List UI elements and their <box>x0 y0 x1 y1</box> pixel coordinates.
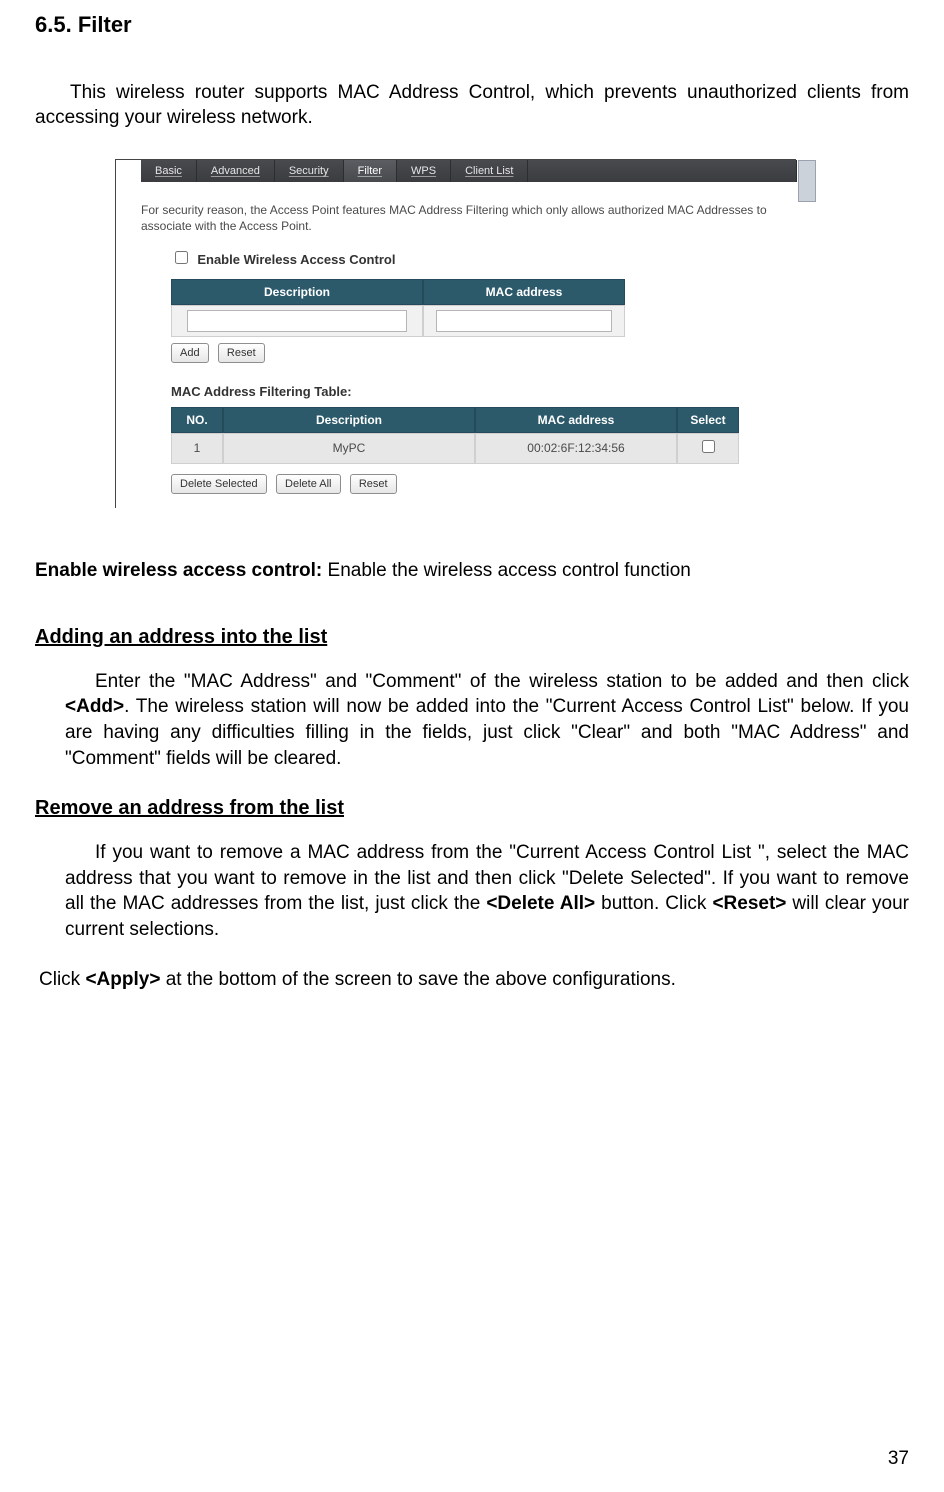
section-heading: 6.5. Filter <box>35 10 909 40</box>
form-header-mac: MAC address <box>423 279 625 305</box>
add-paragraph: Enter the "MAC Address" and "Comment" of… <box>65 669 909 772</box>
enable-access-control-checkbox[interactable] <box>175 251 188 264</box>
reset-button[interactable]: Reset <box>218 343 265 363</box>
add-text-2: . The wireless station will now be added… <box>65 696 909 768</box>
tab-advanced[interactable]: Advanced <box>197 160 275 182</box>
remove-paragraph: If you want to remove a MAC address from… <box>65 840 909 943</box>
reset-bold: <Reset> <box>712 893 786 914</box>
table-row: 1 MyPC 00:02:6F:12:34:56 <box>171 433 739 464</box>
apply-line: Click <Apply> at the bottom of the scree… <box>39 967 909 993</box>
add-bold: <Add> <box>65 696 124 717</box>
section-title: Filter <box>78 12 132 37</box>
apply-bold: <Apply> <box>85 969 160 990</box>
subheading-add: Adding an address into the list <box>35 624 909 651</box>
add-text-1: Enter the "MAC Address" and "Comment" of… <box>95 671 909 692</box>
page-number: 37 <box>888 1446 909 1472</box>
table-button-row: Delete Selected Delete All Reset <box>171 474 796 494</box>
mac-filtering-table: NO. Description MAC address Select 1 MyP… <box>171 407 739 464</box>
intro-paragraph: This wireless router supports MAC Addres… <box>35 80 909 131</box>
router-filter-panel-screenshot: Basic Advanced Security Filter WPS Clien… <box>115 159 796 508</box>
form-header-description: Description <box>171 279 423 305</box>
mac-address-input[interactable] <box>436 310 611 332</box>
enable-control-description: Enable wireless access control: Enable t… <box>35 558 909 584</box>
remove-text-2: button. Click <box>595 893 712 914</box>
tab-filter[interactable]: Filter <box>344 160 397 182</box>
enable-control-text: Enable the wireless access control funct… <box>322 560 691 581</box>
tab-clientlist[interactable]: Client List <box>451 160 528 182</box>
table-reset-button[interactable]: Reset <box>350 474 397 494</box>
panel-scrollbar[interactable] <box>798 160 816 202</box>
enable-access-control-label: Enable Wireless Access Control <box>197 252 395 267</box>
tab-bar: Basic Advanced Security Filter WPS Clien… <box>141 160 797 182</box>
tab-basic[interactable]: Basic <box>141 160 197 182</box>
enable-control-label: Enable wireless access control: <box>35 560 322 581</box>
filtering-table-title: MAC Address Filtering Table: <box>171 383 796 401</box>
apply-text-1: Click <box>39 969 85 990</box>
tab-security[interactable]: Security <box>275 160 344 182</box>
delete-all-bold: <Delete All> <box>486 893 595 914</box>
add-reset-row: Add Reset <box>171 343 796 363</box>
enable-access-control-row: Enable Wireless Access Control <box>171 248 796 269</box>
col-description: Description <box>223 407 475 433</box>
add-mac-form: Description MAC address <box>171 279 625 337</box>
delete-all-button[interactable]: Delete All <box>276 474 340 494</box>
cell-desc: MyPC <box>223 433 475 464</box>
col-mac: MAC address <box>475 407 677 433</box>
panel-description: For security reason, the Access Point fe… <box>141 202 771 234</box>
col-no: NO. <box>171 407 223 433</box>
row-select-checkbox[interactable] <box>702 440 715 453</box>
col-select: Select <box>677 407 739 433</box>
cell-mac: 00:02:6F:12:34:56 <box>475 433 677 464</box>
add-button[interactable]: Add <box>171 343 209 363</box>
section-number: 6.5. <box>35 12 72 37</box>
tab-wps[interactable]: WPS <box>397 160 451 182</box>
delete-selected-button[interactable]: Delete Selected <box>171 474 267 494</box>
description-input[interactable] <box>187 310 407 332</box>
subheading-remove: Remove an address from the list <box>35 795 909 822</box>
cell-no: 1 <box>171 433 223 464</box>
apply-text-2: at the bottom of the screen to save the … <box>160 969 675 990</box>
